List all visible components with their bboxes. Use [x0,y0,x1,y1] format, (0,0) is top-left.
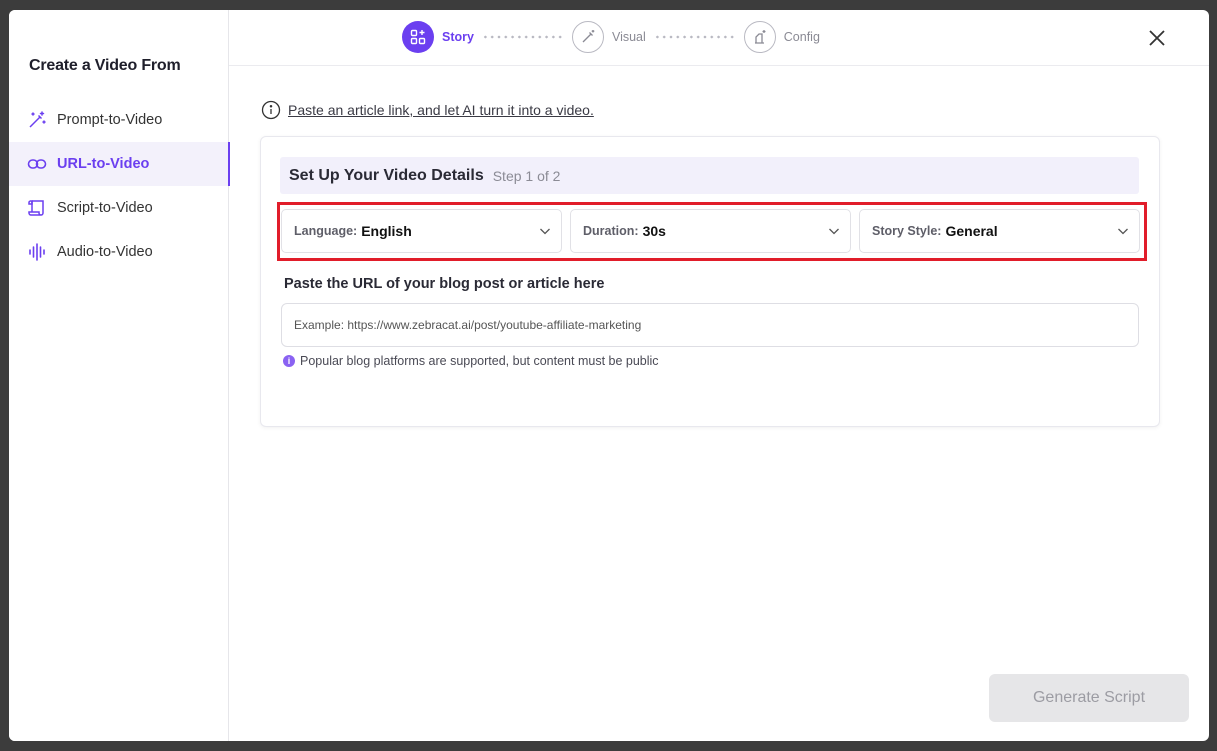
stepper: Story Visual Config [402,21,820,53]
close-button[interactable] [1145,26,1169,50]
main-panel: Story Visual Config Paste an article lin… [229,10,1209,741]
select-value: 30s [642,223,666,239]
step-story-circle[interactable] [402,21,434,53]
sidebar-item-label: URL-to-Video [57,156,150,172]
topbar: Story Visual Config [229,10,1209,66]
close-icon [1149,30,1165,46]
sidebar-item-label: Script-to-Video [57,200,153,216]
info-icon [261,100,281,120]
sidebar-title: Create a Video From [29,57,181,74]
video-details-card: Set Up Your Video Details Step 1 of 2 La… [260,136,1160,427]
url-input[interactable] [281,303,1139,347]
step-config-circle[interactable] [743,21,776,53]
config-icon [754,30,766,44]
sidebar-item-prompt-to-video[interactable]: Prompt-to-Video [9,98,229,142]
card-title: Set Up Your Video Details [289,166,484,184]
story-style-select[interactable]: Story Style: General [859,209,1140,253]
sidebar-item-label: Prompt-to-Video [57,112,163,128]
support-note: i Popular blog platforms are supported, … [283,354,659,368]
step-visual-circle[interactable] [571,21,604,53]
chevron-down-icon [540,228,550,235]
scroll-icon [26,197,48,219]
link-icon [26,153,48,175]
magic-wand-icon [26,109,48,131]
audio-wave-icon [26,241,48,263]
generate-script-button[interactable]: Generate Script [989,674,1189,722]
create-video-modal: Create a Video From Prompt-to-Video URL-… [9,10,1209,741]
step-config-label: Config [783,30,820,44]
card-header: Set Up Your Video Details Step 1 of 2 [280,157,1139,194]
step-connector [481,35,564,39]
hint-link[interactable]: Paste an article link, and let AI turn i… [288,102,594,118]
step-visual-label: Visual [611,30,646,44]
hint-row: Paste an article link, and let AI turn i… [261,100,594,120]
duration-select[interactable]: Duration: 30s [570,209,851,253]
info-dot-icon: i [283,355,295,367]
select-label: Language: [294,224,358,238]
chevron-down-icon [1118,228,1128,235]
sidebar-item-script-to-video[interactable]: Script-to-Video [9,186,229,230]
url-field-label: Paste the URL of your blog post or artic… [284,276,605,292]
select-value: English [361,223,412,239]
select-label: Duration: [583,224,639,238]
sidebar-item-label: Audio-to-Video [57,244,153,260]
step-indicator: Step 1 of 2 [492,167,561,184]
sidebar: Create a Video From Prompt-to-Video URL-… [9,10,230,741]
sidebar-item-audio-to-video[interactable]: Audio-to-Video [9,230,229,274]
select-label: Story Style: [872,224,942,238]
support-note-text: Popular blog platforms are supported, bu… [300,354,659,368]
visual-icon [582,30,595,43]
step-story-label: Story [442,30,474,44]
language-select[interactable]: Language: English [281,209,562,253]
story-icon [410,29,426,45]
source-type-list: Prompt-to-Video URL-to-Video Script-to-V… [9,98,230,274]
sidebar-item-url-to-video[interactable]: URL-to-Video [9,142,230,186]
select-value: General [945,223,998,239]
step-connector [653,35,736,39]
chevron-down-icon [829,228,839,235]
settings-selects: Language: English Duration: 30s Story St… [281,209,1140,253]
